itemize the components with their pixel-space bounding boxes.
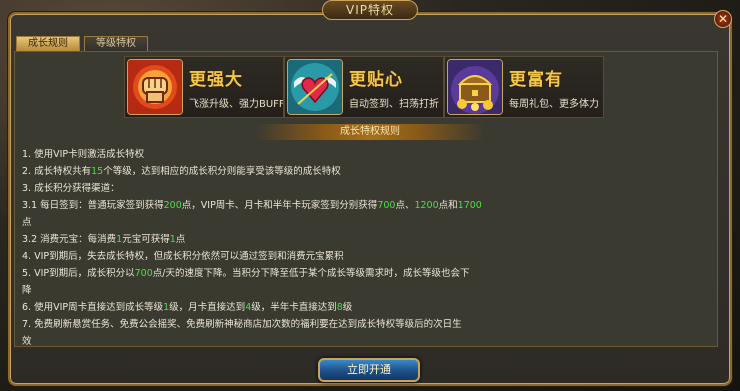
section-title: 成长特权规则: [256, 124, 484, 140]
feature-title: 更贴心: [349, 70, 403, 90]
rule-text: 1. 使用VIP卡则激活成长特权: [22, 149, 145, 160]
feature-desc: 每周礼包、更多体力: [509, 99, 599, 110]
close-button[interactable]: ✕: [714, 10, 732, 28]
rule-text: 5. VIP到期后，成长积分以: [22, 268, 135, 279]
rule-line: 效: [22, 333, 702, 347]
fist-icon: [127, 59, 183, 115]
rule-highlight-value: 1700: [457, 200, 482, 211]
rule-highlight-value: 700: [134, 268, 153, 279]
rule-text: 3.1 每日签到：普通玩家签到获得: [22, 200, 164, 211]
rule-text: 元宝可获得: [122, 234, 170, 245]
rule-line: 3.1 每日签到：普通玩家签到获得200点，VIP周卡、月卡和半年卡玩家签到分别…: [22, 197, 702, 211]
rule-text: 个等级，达到相应的成长积分则能享受该等级的成长特权: [103, 166, 341, 177]
rule-text: 点、: [395, 200, 415, 211]
rule-text: 降: [22, 285, 32, 296]
rule-line: 3.2 消费元宝：每消费1元宝可获得1点: [22, 231, 702, 245]
rule-text: 点，VIP周卡、月卡和半年卡玩家签到分别获得: [181, 200, 378, 211]
rule-line: 4. VIP到期后，失去成长特权，但成长积分依然可以通过签到和消费元宝累积: [22, 248, 702, 262]
rule-line: 点: [22, 214, 702, 228]
rule-line: 6. 使用VIP周卡直接达到成长等级1级，月卡直接达到4级，半年卡直接达到8级: [22, 299, 702, 313]
rule-text: 2. 成长特权共有: [22, 166, 92, 177]
rule-highlight-value: 15: [91, 166, 104, 177]
rule-text: 点: [175, 234, 186, 245]
rule-text: 点和: [438, 200, 458, 211]
rule-line: 降: [22, 282, 702, 296]
treasure-chest-icon: [447, 59, 503, 115]
tab-level-privileges[interactable]: 等级特权: [84, 36, 148, 51]
feature-caring: 更贴心 自动签到、扫荡打折: [284, 56, 444, 118]
rule-text: 3. 成长积分获得渠道：: [22, 183, 120, 194]
rule-text: 级，半年卡直接达到: [251, 302, 337, 313]
rule-text: 级，月卡直接达到: [169, 302, 246, 313]
tab-growth-rules[interactable]: 成长规则: [16, 36, 80, 51]
dialog-title: VIP特权: [322, 0, 418, 20]
rule-line: 7. 免费刷新悬赏任务、免费公会摇奖、免费刷新神秘商店加次数的福利要在达到成长特…: [22, 316, 702, 330]
feature-richer: 更富有 每周礼包、更多体力: [444, 56, 604, 118]
feature-desc: 飞涨升级、强力BUFF: [189, 99, 283, 110]
winged-heart-icon: [287, 59, 343, 115]
rule-line: 5. VIP到期后，成长积分以700点/天的速度下降。当积分下降至低于某个成长等…: [22, 265, 702, 279]
feature-title: 更强大: [189, 70, 243, 90]
rule-highlight-value: 700: [377, 200, 396, 211]
feature-desc: 自动签到、扫荡打折: [349, 99, 439, 110]
rule-text: 4. VIP到期后，失去成长特权，但成长积分依然可以通过签到和消费元宝累积: [22, 251, 344, 262]
feature-title: 更富有: [509, 70, 563, 90]
rule-text: 点/天的速度下降。当积分下降至低于某个成长等级需求时，成长等级也会下: [152, 268, 470, 279]
rule-line: 3. 成长积分获得渠道：: [22, 180, 702, 194]
rule-text: 效: [22, 336, 32, 347]
feature-stronger: 更强大 飞涨升级、强力BUFF: [124, 56, 284, 118]
activate-now-button[interactable]: 立即开通: [318, 358, 420, 382]
rule-text: 6. 使用VIP周卡直接达到成长等级: [22, 302, 164, 313]
rule-highlight-value: 200: [163, 200, 182, 211]
rule-line: 1. 使用VIP卡则激活成长特权: [22, 146, 702, 160]
rule-line: 2. 成长特权共有15个等级，达到相应的成长积分则能享受该等级的成长特权: [22, 163, 702, 177]
rule-highlight-value: 1200: [414, 200, 439, 211]
rule-text: 级: [342, 302, 353, 313]
rule-text: 点: [22, 217, 32, 228]
rule-text: 3.2 消费元宝：每消费: [22, 234, 117, 245]
rule-text: 7. 免费刷新悬赏任务、免费公会摇奖、免费刷新神秘商店加次数的福利要在达到成长特…: [22, 319, 462, 330]
